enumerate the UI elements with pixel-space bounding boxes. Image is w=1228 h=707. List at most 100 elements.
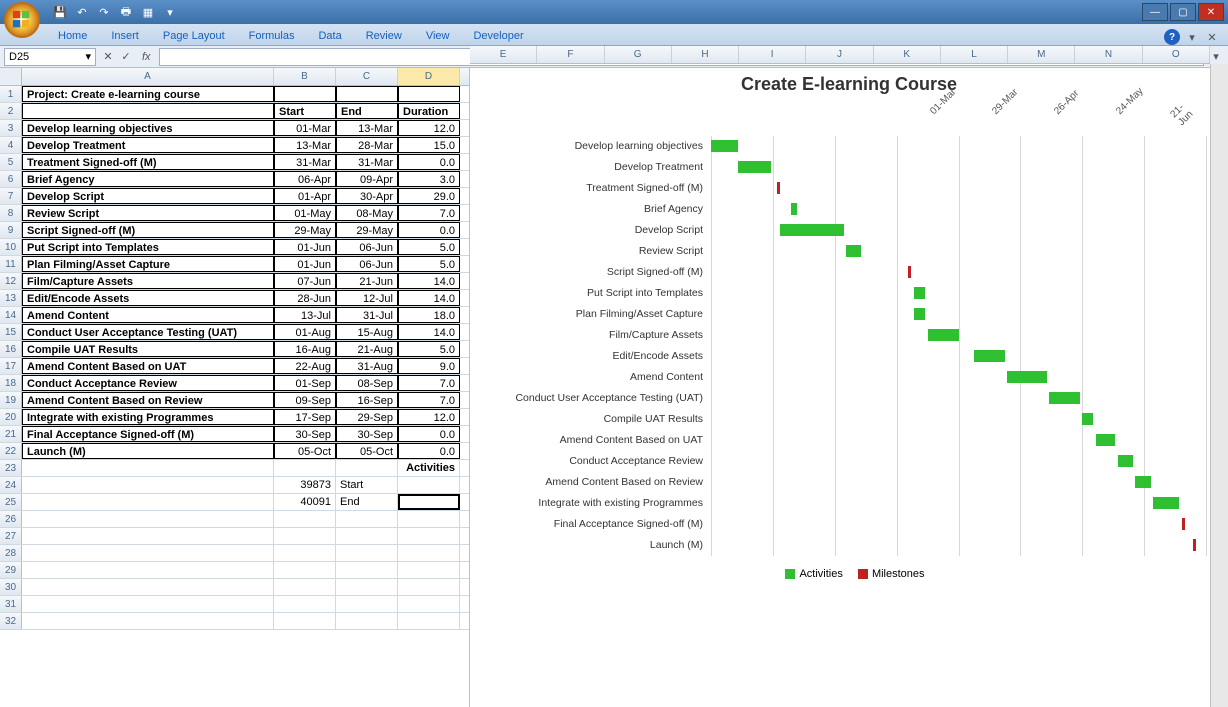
cell[interactable] [336, 579, 398, 595]
name-box-dropdown-icon[interactable]: ▾ [85, 50, 91, 63]
row-header[interactable]: 19 [0, 392, 22, 408]
tab-review[interactable]: Review [354, 27, 414, 45]
cell[interactable] [22, 460, 274, 476]
table-row[interactable]: 10Put Script into Templates01-Jun06-Jun5… [0, 239, 469, 256]
cell[interactable] [22, 528, 274, 544]
row-header[interactable]: 21 [0, 426, 22, 442]
row-header[interactable]: 29 [0, 562, 22, 578]
row-header[interactable]: 18 [0, 375, 22, 391]
cell[interactable] [398, 86, 460, 102]
cell[interactable] [398, 545, 460, 561]
cell[interactable]: 5.0 [398, 341, 460, 357]
cell[interactable]: 0.0 [398, 222, 460, 238]
cell[interactable]: 14.0 [398, 273, 460, 289]
row-header[interactable]: 27 [0, 528, 22, 544]
cell[interactable] [22, 562, 274, 578]
cell[interactable]: 07-Jun [274, 273, 336, 289]
cell[interactable]: 18.0 [398, 307, 460, 323]
row-header[interactable]: 4 [0, 137, 22, 153]
cell[interactable]: 0.0 [398, 154, 460, 170]
cell[interactable]: 09-Sep [274, 392, 336, 408]
cell[interactable]: 01-Aug [274, 324, 336, 340]
cell[interactable]: Plan Filming/Asset Capture [22, 256, 274, 272]
cell[interactable] [398, 528, 460, 544]
cell[interactable]: 06-Apr [274, 171, 336, 187]
cell[interactable] [336, 528, 398, 544]
cell[interactable]: 01-May [274, 205, 336, 221]
cell[interactable] [22, 613, 274, 629]
cell[interactable]: 29-Sep [336, 409, 398, 425]
cell[interactable]: Develop learning objectives [22, 120, 274, 136]
cell[interactable]: Amend Content Based on UAT [22, 358, 274, 374]
cell[interactable] [22, 596, 274, 612]
cell[interactable] [398, 579, 460, 595]
row-header[interactable]: 31 [0, 596, 22, 612]
expand-formula-icon[interactable]: ▾ [1208, 49, 1224, 65]
row-header[interactable]: 26 [0, 511, 22, 527]
cell[interactable]: 14.0 [398, 290, 460, 306]
cell[interactable]: 01-Apr [274, 188, 336, 204]
col-header-n[interactable]: N [1075, 46, 1142, 63]
row-header[interactable]: 16 [0, 341, 22, 357]
col-header-e[interactable]: E [470, 46, 537, 63]
row-header[interactable]: 12 [0, 273, 22, 289]
cell[interactable]: 12.0 [398, 409, 460, 425]
row-header[interactable]: 24 [0, 477, 22, 493]
table-row[interactable]: 28 [0, 545, 469, 562]
cell[interactable] [336, 511, 398, 527]
cell[interactable]: 05-Oct [336, 443, 398, 459]
cell[interactable]: Conduct User Acceptance Testing (UAT) [22, 324, 274, 340]
col-header-o[interactable]: O [1143, 46, 1210, 63]
cell[interactable]: Treatment Signed-off (M) [22, 154, 274, 170]
cell[interactable] [336, 86, 398, 102]
table-row[interactable]: 2540091End [0, 494, 469, 511]
cell[interactable] [274, 596, 336, 612]
col-header-k[interactable]: K [874, 46, 941, 63]
cell[interactable]: 7.0 [398, 205, 460, 221]
cell[interactable]: 01-Mar [274, 120, 336, 136]
table-row[interactable]: 3Develop learning objectives01-Mar13-Mar… [0, 120, 469, 137]
cell[interactable]: 39873 [274, 477, 336, 493]
cell[interactable]: 08-Sep [336, 375, 398, 391]
cell[interactable] [398, 494, 460, 510]
cancel-formula-icon[interactable]: ✕ [100, 49, 116, 65]
col-header-a[interactable]: A [22, 68, 274, 85]
table-row[interactable]: 30 [0, 579, 469, 596]
row-header[interactable]: 1 [0, 86, 22, 102]
vertical-scrollbar[interactable] [1210, 64, 1228, 707]
cell[interactable]: 01-Jun [274, 256, 336, 272]
undo-icon[interactable]: ↶ [74, 4, 90, 20]
row-header[interactable]: 30 [0, 579, 22, 595]
cell[interactable]: 17-Sep [274, 409, 336, 425]
cell[interactable]: 15.0 [398, 137, 460, 153]
cell[interactable]: 09-Apr [336, 171, 398, 187]
cell[interactable]: Develop Treatment [22, 137, 274, 153]
row-header[interactable]: 5 [0, 154, 22, 170]
cell[interactable] [274, 511, 336, 527]
cell[interactable]: 13-Mar [336, 120, 398, 136]
cell[interactable]: 05-Oct [274, 443, 336, 459]
gantt-chart[interactable]: 01-Mar29-Mar26-Apr24-May21-Jun19-Jul16-A… [470, 68, 1228, 707]
cell[interactable] [336, 545, 398, 561]
row-header[interactable]: 25 [0, 494, 22, 510]
tab-page-layout[interactable]: Page Layout [151, 27, 237, 45]
tab-data[interactable]: Data [306, 27, 353, 45]
tab-view[interactable]: View [414, 27, 462, 45]
table-row[interactable]: 31 [0, 596, 469, 613]
cell[interactable]: 31-Mar [274, 154, 336, 170]
cell[interactable]: End [336, 103, 398, 119]
cell[interactable]: 16-Sep [336, 392, 398, 408]
table-row[interactable]: 8Review Script01-May08-May7.0 [0, 205, 469, 222]
cell[interactable]: Script Signed-off (M) [22, 222, 274, 238]
table-row[interactable]: 1Project: Create e-learning course [0, 86, 469, 103]
cell[interactable] [274, 460, 336, 476]
row-header[interactable]: 3 [0, 120, 22, 136]
enter-formula-icon[interactable]: ✓ [118, 49, 134, 65]
cell[interactable]: 0.0 [398, 426, 460, 442]
cell[interactable]: Final Acceptance Signed-off (M) [22, 426, 274, 442]
col-header-g[interactable]: G [605, 46, 672, 63]
cell[interactable]: Develop Script [22, 188, 274, 204]
cell[interactable]: Film/Capture Assets [22, 273, 274, 289]
table-row[interactable]: 14Amend Content13-Jul31-Jul18.0 [0, 307, 469, 324]
cell[interactable]: 16-Aug [274, 341, 336, 357]
